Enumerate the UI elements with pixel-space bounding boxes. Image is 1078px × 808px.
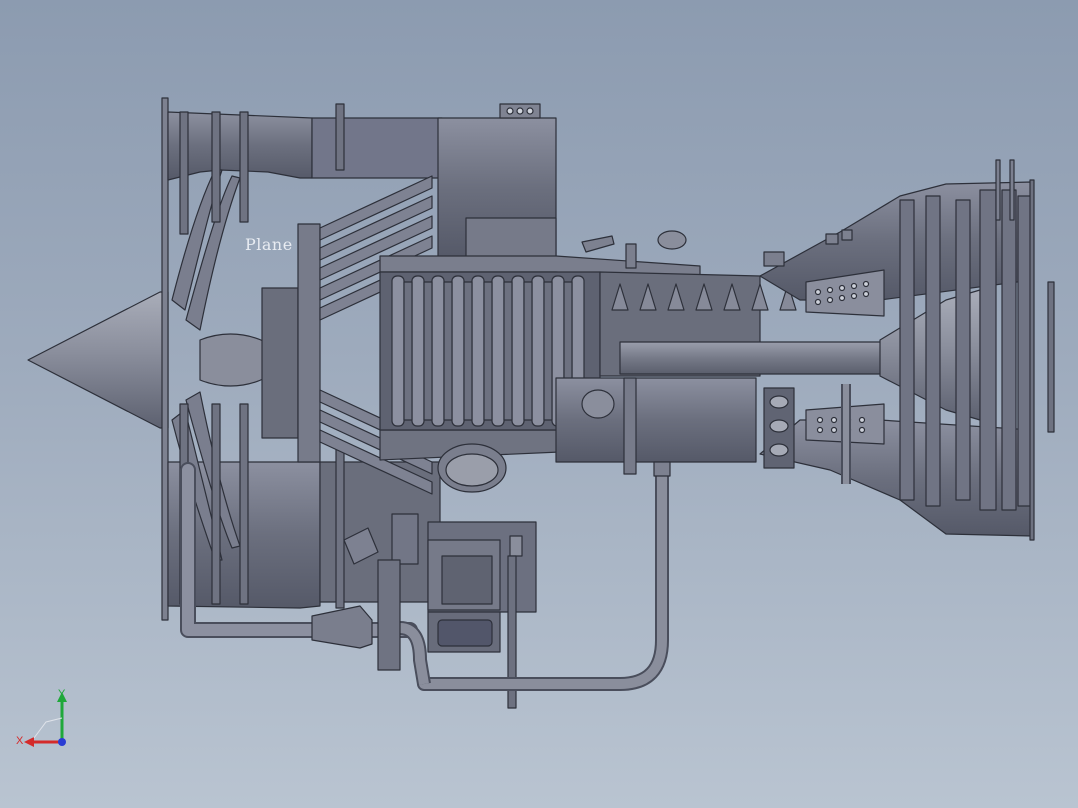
side-port xyxy=(581,389,615,419)
fan-inlet-ring xyxy=(161,97,169,621)
fan-hub xyxy=(261,287,299,439)
valve-top xyxy=(763,251,785,267)
y-axis-label: Y xyxy=(58,688,66,700)
coordinate-triad: X Y xyxy=(16,688,67,747)
x-axis-label: X xyxy=(16,735,24,747)
engine-model[interactable] xyxy=(0,0,1078,808)
graphics-viewport[interactable]: Plane X Y xyxy=(0,0,1078,808)
nose-cone xyxy=(27,291,169,429)
main-shaft xyxy=(619,341,883,375)
plane-label: Plane xyxy=(245,235,293,254)
z-axis-icon xyxy=(58,738,66,746)
cap-fitting xyxy=(657,230,687,250)
